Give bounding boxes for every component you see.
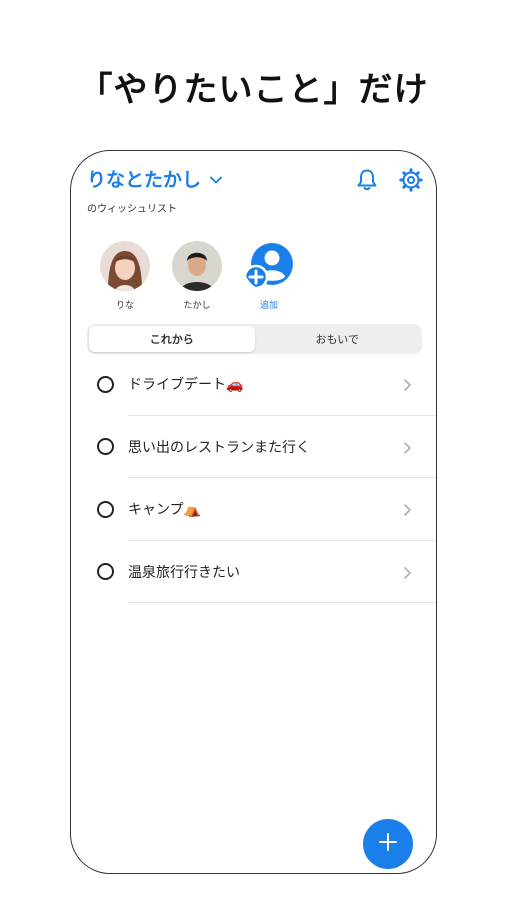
gear-icon[interactable]: [398, 167, 424, 193]
add-item-button[interactable]: [363, 819, 413, 869]
item-text: 思い出のレストランまた行く: [128, 439, 310, 456]
member-label: 追加: [259, 301, 278, 311]
list-subtitle: のウィッシュリスト: [87, 204, 177, 215]
segmented-control: これから おもいで: [87, 324, 422, 354]
checkbox-circle[interactable]: [97, 500, 114, 518]
checkbox-circle[interactable]: [97, 563, 114, 581]
avatar: [172, 241, 222, 291]
promo-headline: 「やりたいこと」だけ: [78, 70, 429, 110]
member-rina[interactable]: りな: [99, 241, 151, 311]
list-item[interactable]: 思い出のレストランまた行く: [71, 416, 436, 479]
chevron-right-icon: [402, 502, 412, 517]
member-label: たかし: [183, 301, 211, 311]
item-text: ドライブデート🚗: [128, 377, 244, 394]
plus-icon: [377, 831, 399, 857]
list-title: りなとたかし: [87, 169, 202, 191]
tab-memories[interactable]: おもいで: [255, 326, 421, 352]
checkbox-circle[interactable]: [97, 438, 114, 456]
chevron-right-icon: [402, 440, 412, 454]
chevron-right-icon: [402, 565, 412, 579]
bell-icon[interactable]: [354, 167, 380, 193]
member-label: りな: [115, 301, 134, 311]
tab-upcoming[interactable]: これから: [89, 326, 255, 352]
list-item[interactable]: ドライブデート🚗: [71, 353, 436, 416]
avatar: [100, 241, 150, 291]
chevron-right-icon: [402, 377, 412, 392]
chevron-down-icon: [209, 172, 223, 186]
member-takashi[interactable]: たかし: [171, 241, 223, 311]
phone-frame: りなとたかし のウィッシュリスト りな たかし 追加 これから おもいで ドライ…: [70, 150, 437, 874]
add-person-icon: [244, 241, 294, 291]
header-actions: [354, 167, 424, 193]
checkbox-circle[interactable]: [97, 375, 114, 393]
app-header: りなとたかし のウィッシュリスト: [87, 165, 424, 215]
list-item[interactable]: 温泉旅行行きたい: [71, 541, 436, 604]
member-list: りな たかし 追加: [99, 241, 295, 311]
item-text: キャンプ⛺: [128, 502, 202, 519]
wish-list: ドライブデート🚗 思い出のレストランまた行く キャンプ⛺ 温泉旅行行きたい: [71, 353, 436, 603]
list-item[interactable]: キャンプ⛺: [71, 478, 436, 541]
add-member-button[interactable]: 追加: [243, 241, 295, 311]
item-text: 温泉旅行行きたい: [128, 564, 240, 581]
